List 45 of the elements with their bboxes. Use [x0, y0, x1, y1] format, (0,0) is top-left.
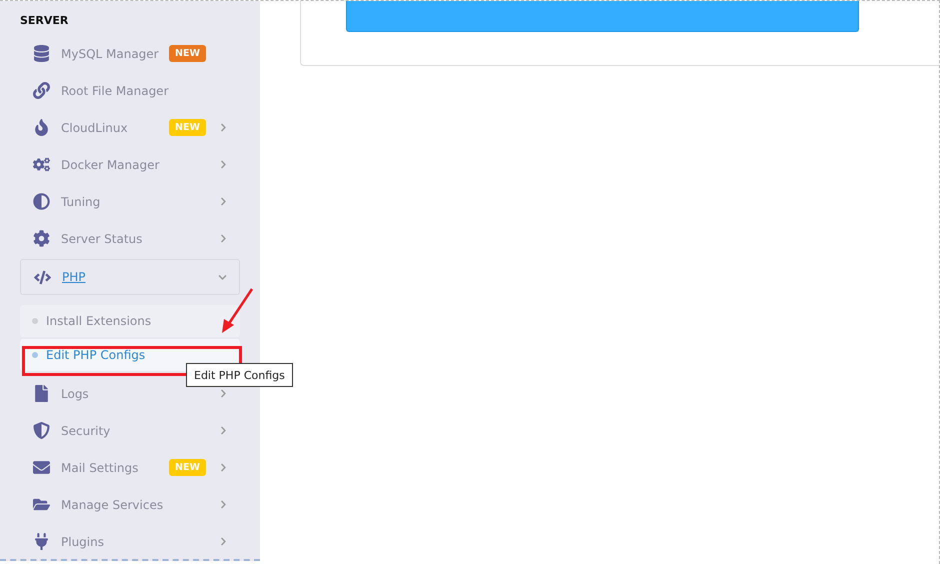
bullet-icon [32, 352, 38, 358]
sidebar-item[interactable]: Plugins [20, 523, 240, 559]
item-label: MySQL Manager [61, 46, 160, 60]
submenu-label: Edit PHP Configs [46, 348, 146, 362]
item-label: Logs [61, 386, 90, 400]
item-label: Security [61, 424, 112, 438]
item-label: CloudLinux [61, 120, 129, 134]
code-icon [33, 268, 51, 286]
item-label: Manage Services [61, 498, 164, 512]
shield-icon [32, 422, 50, 440]
cog-icon [32, 230, 50, 248]
file-icon [32, 384, 50, 402]
fire-icon [32, 118, 50, 136]
sidebar-item[interactable]: Mail Settings NEW [20, 449, 240, 486]
sidebar-item[interactable]: PHP [20, 259, 240, 295]
cogs-icon [32, 156, 50, 174]
sidebar-item[interactable]: MySQL Manager NEW [20, 35, 240, 72]
tooltip: Edit PHP Configs [186, 363, 293, 387]
new-badge: NEW [169, 45, 206, 62]
new-badge: NEW [169, 459, 206, 476]
link-icon [32, 82, 50, 100]
adjust-icon [32, 192, 50, 210]
sidebar-item[interactable]: Manage Services [20, 486, 240, 523]
plug-icon [32, 532, 50, 550]
sidebar-item[interactable]: Server Status [20, 220, 240, 257]
new-badge: NEW [169, 119, 206, 136]
item-label: Mail Settings [61, 460, 140, 474]
item-label: Root File Manager [61, 84, 169, 98]
bullet-icon [32, 318, 38, 324]
item-label: Server Status [61, 232, 144, 246]
sidebar-item[interactable]: Tuning [20, 183, 240, 220]
submenu-item[interactable]: Install Extensions [20, 305, 240, 337]
item-label: PHP [62, 270, 86, 284]
submenu-label: Install Extensions [46, 314, 152, 328]
item-label: Docker Manager [61, 158, 160, 172]
sidebar-item[interactable]: Root File Manager [20, 72, 240, 109]
sidebar-item[interactable]: Docker Manager [20, 146, 240, 183]
item-label: Plugins [61, 534, 105, 548]
section-heading: SERVER [20, 14, 70, 27]
envelope-icon [32, 458, 50, 476]
database-icon [32, 44, 50, 62]
sidebar-item[interactable]: Security [20, 412, 240, 449]
action-button[interactable] [346, 1, 859, 32]
sidebar-item[interactable]: CloudLinux NEW [20, 109, 240, 146]
item-label: Tuning [61, 194, 102, 208]
